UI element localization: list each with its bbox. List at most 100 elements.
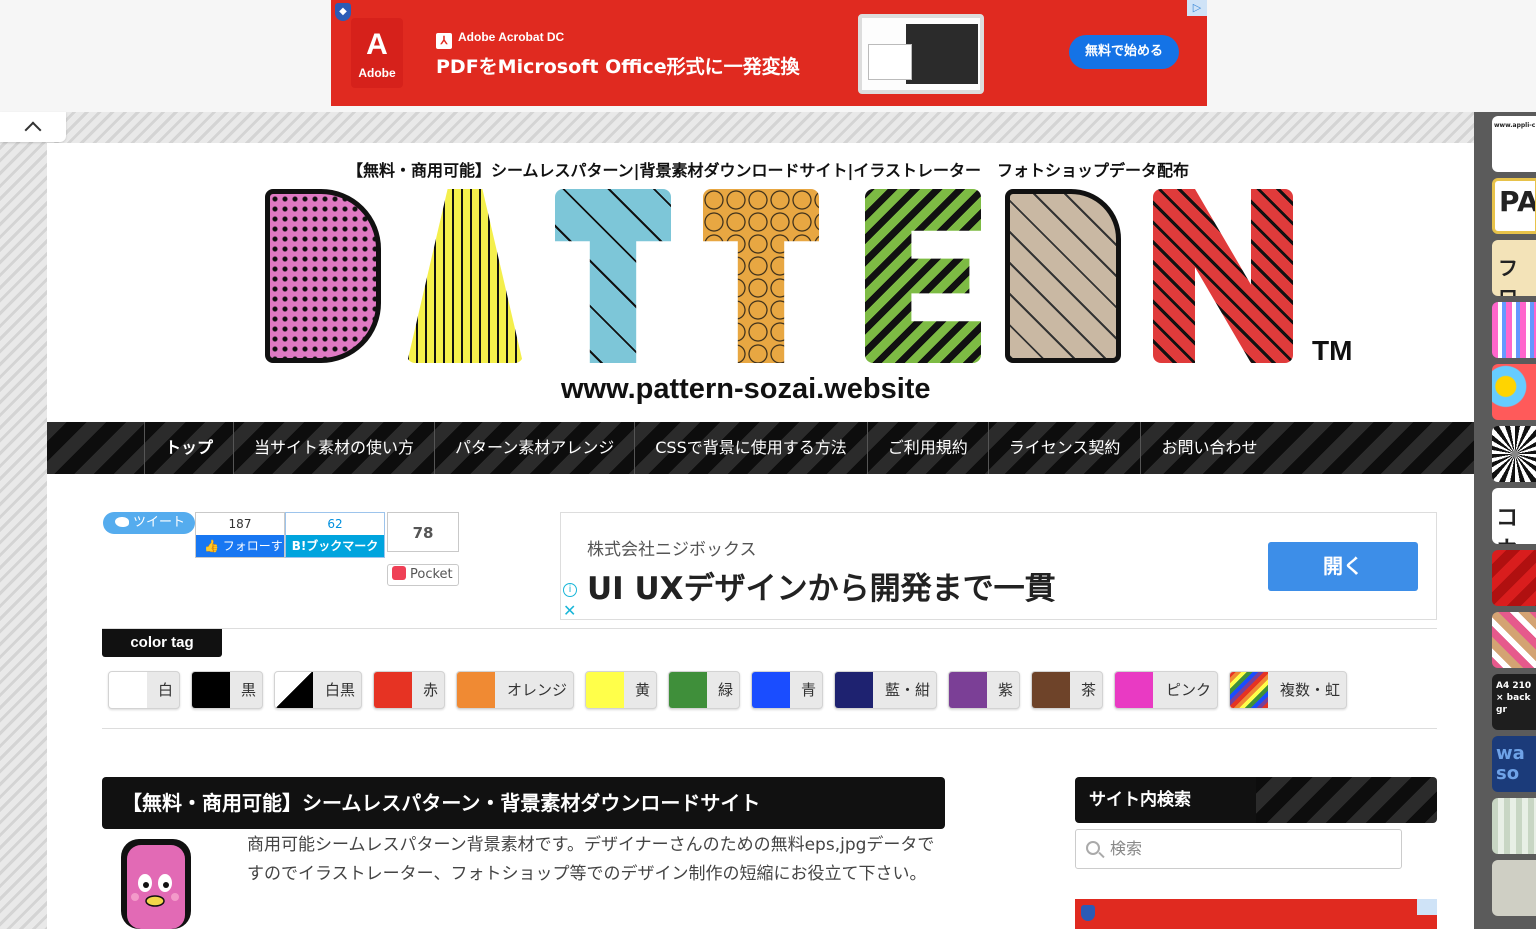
color-swatch (109, 672, 147, 708)
color-swatch (835, 672, 873, 708)
ad-info-icon[interactable]: i (563, 583, 577, 597)
pocket-label: Pocket (410, 567, 453, 582)
adobe-mark-icon: A (366, 28, 388, 61)
color-tag-label: 青 (800, 681, 816, 699)
side-thumbnail-strip: www.appli-c PA フロ コウ A4 210 × back gr wa… (1474, 112, 1536, 929)
pocket-button[interactable]: Pocket (387, 564, 459, 586)
ad-headline: PDFをMicrosoft Office形式に一発変換 (436, 56, 800, 78)
main-content: 【無料・商用可能】シームレスパターン|背景素材ダウンロードサイト|イラストレータ… (47, 143, 1474, 929)
logo-letter-r (1005, 189, 1121, 363)
ad-choices-icon[interactable] (1417, 899, 1437, 915)
side-thumb[interactable]: wa so (1492, 736, 1536, 792)
color-tag-label: 白 (157, 681, 173, 699)
twitter-bird-icon (115, 517, 129, 527)
nav-item-terms[interactable]: ご利用規約 (866, 422, 988, 474)
color-tag-label: 黄 (634, 681, 650, 699)
tweet-label: ツイート (133, 515, 186, 530)
logo-letter-t (703, 189, 819, 363)
color-swatch (192, 672, 230, 708)
logo-letter-n (1153, 189, 1293, 363)
color-swatch (1230, 672, 1268, 708)
side-thumb[interactable]: フロ (1492, 240, 1536, 296)
color-tag-rainbow[interactable]: 複数・虹 (1229, 671, 1347, 709)
logo-letter-t (555, 189, 671, 363)
site-logo[interactable]: TM www.pattern-sozai.website (265, 189, 1365, 419)
side-thumb[interactable]: コウ (1492, 488, 1536, 544)
ad-close-icon[interactable]: ✕ (563, 601, 576, 620)
color-tag-white[interactable]: 白 (108, 671, 180, 709)
color-tag-red[interactable]: 赤 (373, 671, 445, 709)
mid-ad-banner[interactable]: 株式会社ニジボックス UI UXデザインから開発まで一貫 開く i ✕ (560, 512, 1437, 620)
ad-open-button[interactable]: 開く (1268, 542, 1418, 591)
laptop-doc (868, 44, 912, 80)
side-thumb[interactable] (1492, 302, 1536, 358)
color-tag-navy[interactable]: 藍・紺 (834, 671, 937, 709)
color-swatch (457, 672, 495, 708)
search-heading: サイト内検索 (1075, 777, 1437, 823)
color-tag-label: オレンジ (506, 681, 567, 699)
ad-laptop-image (858, 14, 984, 94)
search-input[interactable]: 検索 (1075, 829, 1402, 869)
color-tag-pink[interactable]: ピンク (1114, 671, 1218, 709)
side-thumb[interactable] (1492, 860, 1536, 916)
facebook-follow[interactable]: 187 👍 フォローする (195, 512, 285, 558)
nav-item-contact[interactable]: お問い合わせ (1140, 422, 1277, 474)
adobe-brand: Adobe (358, 66, 396, 80)
color-tag-label: 紫 (997, 681, 1013, 699)
logo-letter-a (407, 189, 523, 363)
color-tag-brown[interactable]: 茶 (1031, 671, 1103, 709)
divider (102, 628, 1437, 629)
color-tag-label: 茶 (1080, 681, 1096, 699)
hatena-bookmark[interactable]: 62 B!ブックマーク (285, 512, 385, 558)
color-tag-black-white[interactable]: 白黒 (274, 671, 362, 709)
ad-choices-icon[interactable]: ▷ (1187, 0, 1207, 16)
search-icon (1086, 841, 1100, 855)
color-tag-purple[interactable]: 紫 (948, 671, 1020, 709)
nav-item-usage[interactable]: 当サイト素材の使い方 (233, 422, 434, 474)
ad-shield-icon (1081, 905, 1095, 921)
hatena-bookmark-button[interactable]: B!ブックマーク (286, 535, 384, 557)
adobe-logo: A Adobe (351, 18, 403, 88)
color-tag-label: 赤 (422, 681, 438, 699)
color-tag-black[interactable]: 黒 (191, 671, 263, 709)
nav-item-license[interactable]: ライセンス契約 (987, 422, 1141, 474)
color-swatch (586, 672, 624, 708)
side-thumb[interactable]: PA (1492, 178, 1536, 234)
sidebar-ad[interactable] (1075, 899, 1437, 929)
nav-item-css[interactable]: CSSで背景に使用する方法 (634, 422, 867, 474)
nav-item-arrange[interactable]: パターン素材アレンジ (434, 422, 634, 474)
color-swatch (669, 672, 707, 708)
article-intro: 商用可能シームレスパターン背景素材です。デザイナーさんのための無料eps,jpg… (247, 835, 935, 884)
ad-shield-icon: ◆ (335, 3, 351, 21)
color-tag-blue[interactable]: 青 (751, 671, 823, 709)
color-swatch (1032, 672, 1070, 708)
side-thumb[interactable] (1492, 426, 1536, 482)
search-placeholder: 検索 (1110, 839, 1143, 858)
logo-url: www.pattern-sozai.website (561, 373, 931, 405)
color-swatch (1115, 672, 1153, 708)
color-tag-yellow[interactable]: 黄 (585, 671, 657, 709)
mascot-illustration (121, 839, 191, 929)
color-tag-label: 白黒 (324, 681, 355, 699)
color-swatch (949, 672, 987, 708)
acrobat-icon: ⅄ (436, 33, 452, 49)
scroll-up-button[interactable] (0, 112, 66, 142)
color-tag-green[interactable]: 緑 (668, 671, 740, 709)
side-thumb[interactable] (1492, 612, 1536, 668)
color-tag-label: 黒 (240, 681, 256, 699)
side-thumb[interactable] (1492, 798, 1536, 854)
logo-letter-p (265, 189, 381, 363)
hatena-count: 62 (286, 513, 384, 535)
side-thumb[interactable] (1492, 364, 1536, 420)
laptop-screen (906, 24, 978, 84)
color-tag-orange[interactable]: オレンジ (456, 671, 574, 709)
site-tagline: 【無料・商用可能】シームレスパターン|背景素材ダウンロードサイト|イラストレータ… (346, 161, 1190, 180)
side-thumb[interactable]: A4 210 × back gr (1492, 674, 1536, 730)
side-thumb[interactable] (1492, 550, 1536, 606)
facebook-follow-button[interactable]: 👍 フォローする (196, 535, 284, 557)
nav-item-top[interactable]: トップ (144, 422, 233, 474)
tweet-button[interactable]: ツイート (103, 512, 195, 534)
color-tag-label: ピンク (1165, 681, 1211, 699)
ad-cta-button[interactable]: 無料で始める (1069, 35, 1179, 69)
top-ad-banner[interactable]: ◆ A Adobe ⅄ Adobe Acrobat DC PDFをMicrosof… (331, 0, 1207, 106)
